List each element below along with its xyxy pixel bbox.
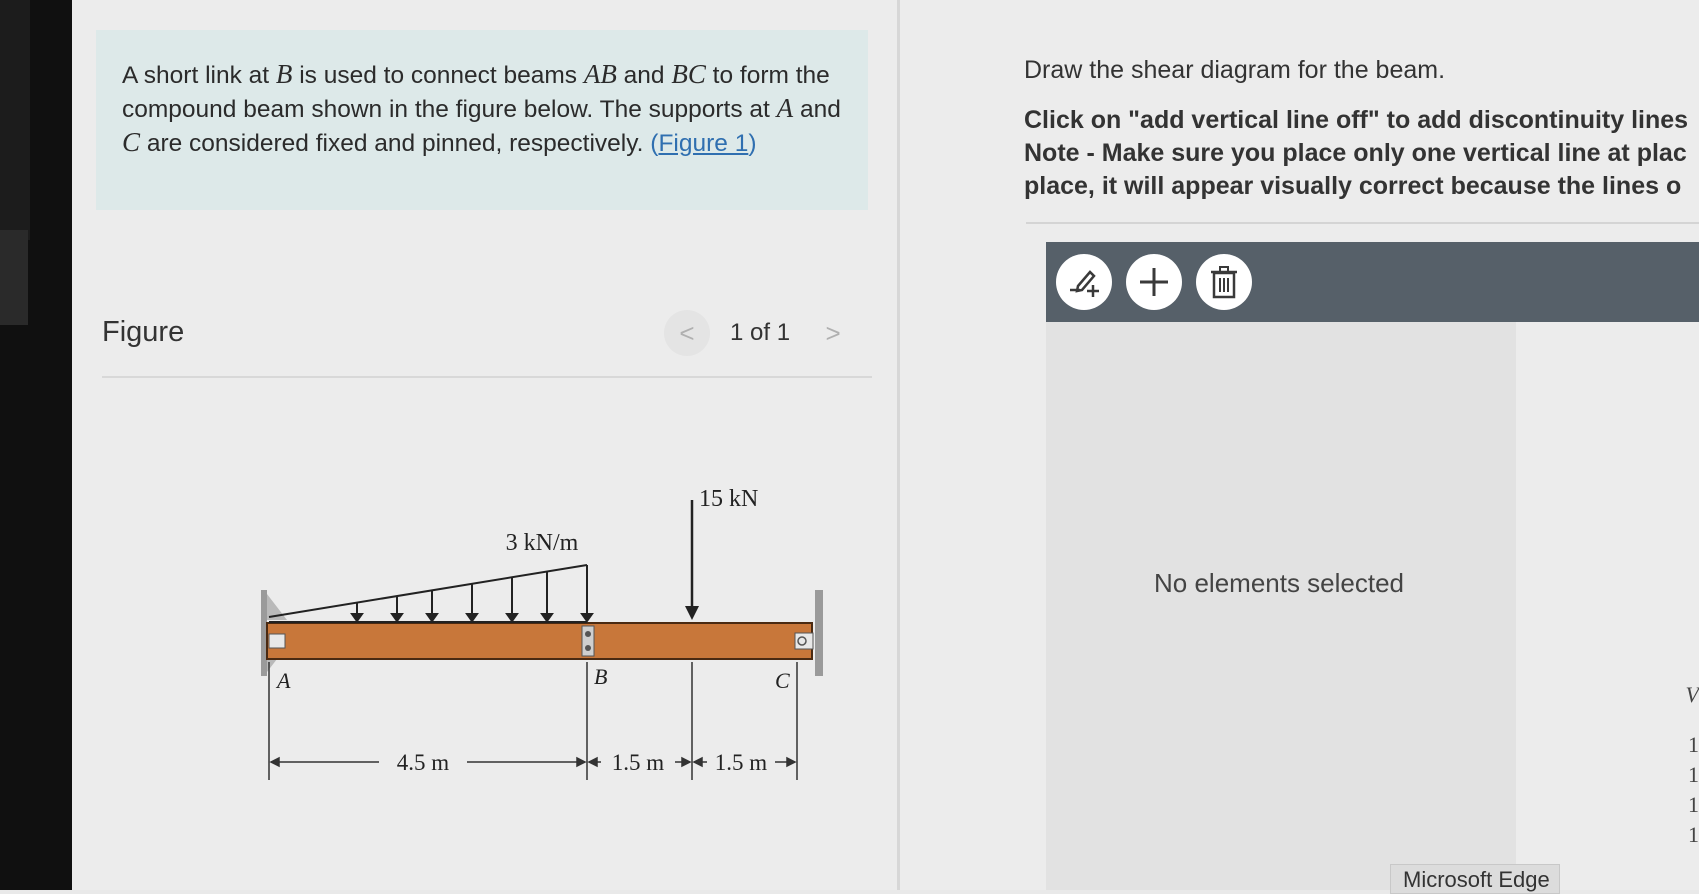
problem-text-6: are considered fixed and pinned, respect… <box>140 130 651 157</box>
dimension-load-c-label: 1.5 m <box>715 750 768 775</box>
add-element-button[interactable] <box>1126 254 1182 310</box>
fixed-connection-a <box>268 633 286 649</box>
tool-frame-border <box>1026 222 1699 224</box>
task-note-line-2: Note - Make sure you place only one vert… <box>1024 139 1687 167</box>
figure-pager: < 1 of 1 > <box>664 310 856 356</box>
trash-icon <box>1211 266 1237 299</box>
next-figure-button[interactable]: > <box>810 310 856 356</box>
figure-divider <box>102 376 872 378</box>
link-pin-top <box>585 631 591 637</box>
problem-text-3: and <box>616 62 672 89</box>
task-note-line-3: place, it will appear visually correct b… <box>1024 172 1682 200</box>
point-load-arrowhead <box>685 606 699 620</box>
bezel-reflection <box>0 230 28 325</box>
add-vertical-line-button[interactable] <box>1056 254 1112 310</box>
problem-text-5: and <box>793 96 841 123</box>
short-link-b <box>581 625 595 657</box>
element-properties-panel <box>1046 322 1516 890</box>
left-panel: A short link at B is used to connect bea… <box>72 0 934 890</box>
drawing-toolbar <box>1046 242 1699 322</box>
figure-heading: Figure <box>102 316 185 348</box>
dimension-ab-label: 4.5 m <box>397 750 450 775</box>
pencil-add-icon <box>1070 270 1099 297</box>
math-A: A <box>776 93 794 123</box>
axis-tick-4: 1 <box>1688 822 1699 847</box>
distributed-load-arrows <box>350 565 594 623</box>
beam <box>266 622 813 660</box>
point-load-label: 15 kN <box>699 486 758 512</box>
figure-page-indicator: 1 of 1 <box>730 319 791 346</box>
bezel-shadow <box>0 0 30 240</box>
math-BC: BC <box>671 59 706 89</box>
right-panel: Draw the shear diagram for the beam. Cli… <box>900 0 1699 894</box>
beam-figure: 3 kN/m 15 kN A B C 4.5 m 1.5 m 1.5 m <box>257 470 837 825</box>
task-notes: Click on "add vertical line off" to add … <box>1024 104 1688 203</box>
label-b: B <box>594 664 607 689</box>
chevron-right-icon: > <box>825 317 841 348</box>
label-a: A <box>275 668 291 693</box>
math-B: B <box>275 59 293 89</box>
delete-button[interactable] <box>1196 254 1252 310</box>
axis-tick-3: 1 <box>1688 792 1699 817</box>
prev-figure-button[interactable]: < <box>664 310 710 356</box>
figure-1-link[interactable]: Figure 1 <box>658 130 748 157</box>
distributed-load-label: 3 kN/m <box>506 530 579 556</box>
problem-statement: A short link at B is used to connect bea… <box>96 30 868 210</box>
pinned-wall-c <box>815 590 823 676</box>
no-selection-message: No elements selected <box>1154 568 1405 598</box>
chevron-left-icon: < <box>679 317 695 348</box>
task-note-line-1: Click on "add vertical line off" to add … <box>1024 106 1689 134</box>
axis-tick-1: 1 <box>1688 732 1699 757</box>
link-close-paren: ) <box>748 130 757 157</box>
task-instruction: Draw the shear diagram for the beam. <box>1024 56 1446 84</box>
monitor-bezel <box>0 0 72 890</box>
dimension-b-load-label: 1.5 m <box>612 750 665 775</box>
problem-text-2: is used to connect beams <box>292 62 584 89</box>
math-AB: AB <box>583 59 617 89</box>
plus-icon <box>1140 268 1168 296</box>
graph-canvas[interactable]: V 1 1 1 1 <box>1526 322 1699 890</box>
compound-beam-diagram: 3 kN/m 15 kN A B C 4.5 m 1.5 m 1.5 m <box>261 486 823 780</box>
link-pin-bottom <box>585 645 591 651</box>
axis-label-fragment: V <box>1685 682 1699 707</box>
axis-tick-2: 1 <box>1688 762 1699 787</box>
problem-text-1: A short link at <box>122 62 276 89</box>
math-C: C <box>122 127 141 157</box>
distributed-load-top <box>268 564 588 618</box>
label-c: C <box>775 668 790 693</box>
